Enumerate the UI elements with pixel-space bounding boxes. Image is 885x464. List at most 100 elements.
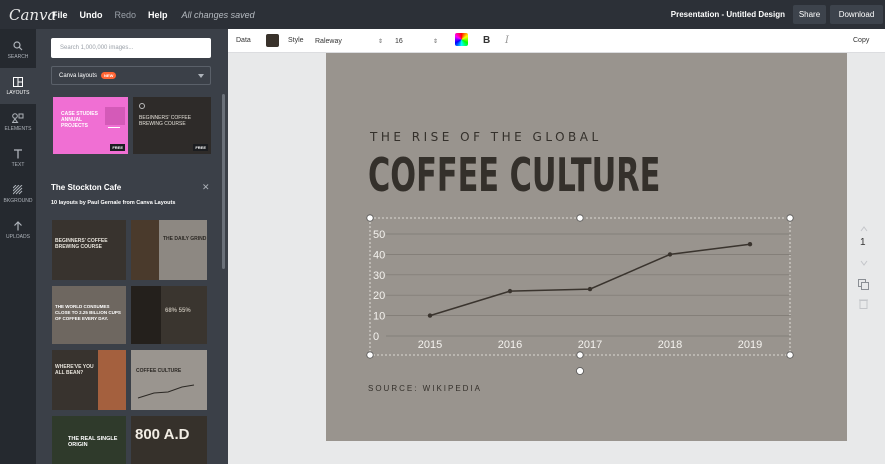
layout-text: COFFEE CULTURE	[136, 368, 182, 374]
resize-handle[interactable]	[576, 351, 584, 359]
x-tick-label: 2019	[738, 339, 762, 351]
y-tick-label: 30	[373, 270, 385, 282]
layout-text: 800 A.D	[135, 426, 190, 443]
font-size-select[interactable]: 16 ⇕	[395, 32, 440, 50]
resize-handle[interactable]	[366, 351, 374, 359]
circle-logo-icon	[139, 103, 145, 109]
rail-background[interactable]: BKGROUND	[0, 176, 36, 212]
close-icon[interactable]: ✕	[202, 182, 210, 193]
font-size: 16	[395, 37, 403, 45]
font-name: Raleway	[315, 37, 342, 45]
context-toolbar: Data Style Raleway ⇕ 16 ⇕ B I Copy	[228, 29, 885, 53]
text-color-swatch[interactable]	[266, 34, 279, 47]
layout-text: 68% 55%	[165, 308, 191, 314]
x-tick-label: 2015	[418, 339, 442, 351]
color-picker-icon[interactable]	[455, 33, 468, 46]
resize-handle[interactable]	[576, 214, 584, 222]
featured-layout-pink[interactable]: CASE STUDIES ANNUAL PROJECTS FREE	[53, 97, 128, 154]
rail-label: BKGROUND	[3, 197, 33, 204]
menu-undo[interactable]: Undo	[80, 10, 103, 20]
chevron-up-icon[interactable]	[860, 226, 868, 232]
layouts-dropdown[interactable]: Canva layouts NEW	[51, 66, 211, 85]
data-point	[507, 288, 513, 294]
layout-thumbnail[interactable]: WHERE'VE YOU ALL BEAN?	[52, 350, 126, 410]
rail-label: UPLOADS	[6, 233, 30, 240]
y-tick-label: 50	[373, 229, 385, 241]
layout-thumbnail[interactable]: THE REAL SINGLE ORIGIN	[52, 416, 126, 464]
rotate-handle-icon[interactable]	[576, 367, 584, 375]
rail-search[interactable]: SEARCH	[0, 32, 36, 68]
rail-label: TEXT	[11, 161, 25, 168]
decor-block	[105, 107, 125, 125]
layouts-icon	[13, 76, 23, 87]
trash-icon[interactable]	[859, 298, 868, 309]
layout-text: THE WORLD CONSUMES CLOSE TO 2.25 BILLION…	[55, 304, 121, 321]
line-chart[interactable]: 0 10 20 30 40 50 2015 2016 2017 2018 2019	[326, 53, 847, 383]
data-button[interactable]: Data	[236, 37, 251, 44]
panel-scrollbar[interactable]	[222, 94, 225, 269]
x-tick-label: 2017	[578, 339, 602, 351]
layout-text: CASE STUDIES ANNUAL PROJECTS	[61, 111, 98, 129]
x-tick-label: 2016	[498, 339, 522, 351]
background-icon	[13, 184, 23, 194]
coffee-photo	[131, 220, 159, 280]
rail-label: ELEMENTS	[4, 125, 32, 132]
bold-button[interactable]: B	[483, 35, 490, 46]
chevron-down-icon	[198, 74, 204, 78]
menu-redo[interactable]: Redo	[115, 10, 137, 20]
layout-text: THE DAILY GRIND	[163, 236, 207, 242]
layout-thumbnail[interactable]: 68% 55%	[131, 286, 207, 344]
image-search-input[interactable]: Search 1,000,000 images...	[51, 38, 211, 58]
chevron-down-icon[interactable]	[860, 260, 868, 266]
dropdown-label: Canva layouts	[59, 72, 98, 79]
rail-label: LAYOUTS	[6, 89, 30, 96]
layout-thumbnail[interactable]: COFFEE CULTURE	[131, 350, 207, 410]
layout-thumbnail[interactable]: THE WORLD CONSUMES CLOSE TO 2.25 BILLION…	[52, 286, 126, 344]
resize-handle[interactable]	[786, 351, 794, 359]
series-line	[429, 243, 751, 317]
layout-thumbnail[interactable]: 800 A.D	[131, 416, 207, 464]
data-point	[747, 242, 753, 247]
section-title: The Stockton Cafe	[51, 183, 122, 192]
featured-layout-dark[interactable]: BEGINNERS' COFFEE BREWING COURSE FREE	[133, 97, 211, 154]
rail-elements[interactable]: ELEMENTS	[0, 104, 36, 140]
x-tick-label: 2018	[658, 339, 682, 351]
layout-text: BEGINNERS' COFFEE BREWING COURSE	[139, 115, 192, 127]
font-select[interactable]: Raleway ⇕	[315, 32, 385, 50]
canva-logo[interactable]: Canva	[0, 6, 57, 24]
menu-help[interactable]: Help	[148, 10, 168, 20]
duplicate-icon[interactable]	[858, 279, 869, 290]
coffee-photo	[131, 286, 161, 344]
layout-text: WHERE'VE YOU ALL BEAN?	[55, 364, 94, 376]
mini-chart	[137, 384, 195, 399]
side-rail: SEARCH LAYOUTS ELEMENTS TEXT BKGROUND UP…	[0, 29, 36, 464]
share-button[interactable]: Share	[793, 5, 826, 24]
slide-canvas[interactable]: THE RISE OF THE GLOBAL COFFEE CULTURE 01…	[326, 53, 847, 441]
rail-layouts[interactable]: LAYOUTS	[0, 68, 36, 104]
free-badge: FREE	[110, 144, 125, 151]
layout-thumbnail[interactable]: BEGINNERS' COFFEE BREWING COURSE	[52, 220, 126, 280]
copy-button[interactable]: Copy	[853, 37, 869, 44]
source-caption[interactable]: SOURCE: WIKIPEDIA	[368, 384, 482, 393]
layouts-panel: Search 1,000,000 images... Canva layouts…	[36, 29, 228, 464]
save-status: All changes saved	[181, 9, 255, 20]
y-tick-label: 10	[373, 311, 385, 323]
resize-handle[interactable]	[366, 214, 374, 222]
italic-button[interactable]: I	[505, 35, 509, 46]
search-icon	[13, 40, 23, 50]
rail-text[interactable]: TEXT	[0, 140, 36, 176]
data-point	[587, 286, 593, 292]
coffee-photo	[98, 350, 126, 410]
layout-text: THE REAL SINGLE ORIGIN	[68, 436, 118, 448]
free-badge: FREE	[193, 144, 208, 151]
y-tick-label: 0	[373, 331, 379, 343]
resize-handle[interactable]	[786, 214, 794, 222]
style-button[interactable]: Style	[288, 37, 304, 44]
download-button[interactable]: Download	[830, 5, 883, 24]
page-number: 1	[860, 237, 866, 248]
rail-uploads[interactable]: UPLOADS	[0, 212, 36, 248]
layout-thumbnail[interactable]: THE DAILY GRIND	[131, 220, 207, 280]
menu-file[interactable]: File	[52, 10, 68, 20]
data-point	[667, 252, 673, 257]
document-title[interactable]: Presentation - Untitled Design	[671, 10, 785, 19]
